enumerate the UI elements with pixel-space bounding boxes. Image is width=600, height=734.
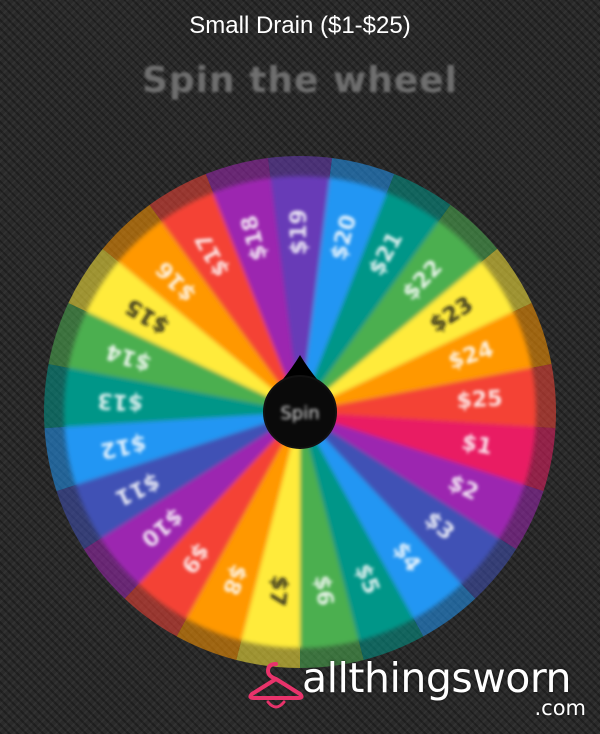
wheel-segment-label: $19 [287,209,312,255]
wheel-segment-label: $25 [456,386,503,414]
watermark: allthingsworn .com [248,654,596,724]
hanger-icon [248,662,304,709]
watermark-tld: .com [534,696,586,720]
spin-wheel[interactable]: $19 $20 $21$22$23$24$25$1$2$3$4$5$6$7$8$9$… [0,0,600,734]
wheel-segment-label: $7 [264,574,293,608]
watermark-brand: allthingsworn [302,654,571,702]
spin-button-label[interactable]: Spin [280,403,319,424]
wheel-segment-label: $6 [309,574,338,608]
wheel-segment-label: $13 [97,387,144,415]
